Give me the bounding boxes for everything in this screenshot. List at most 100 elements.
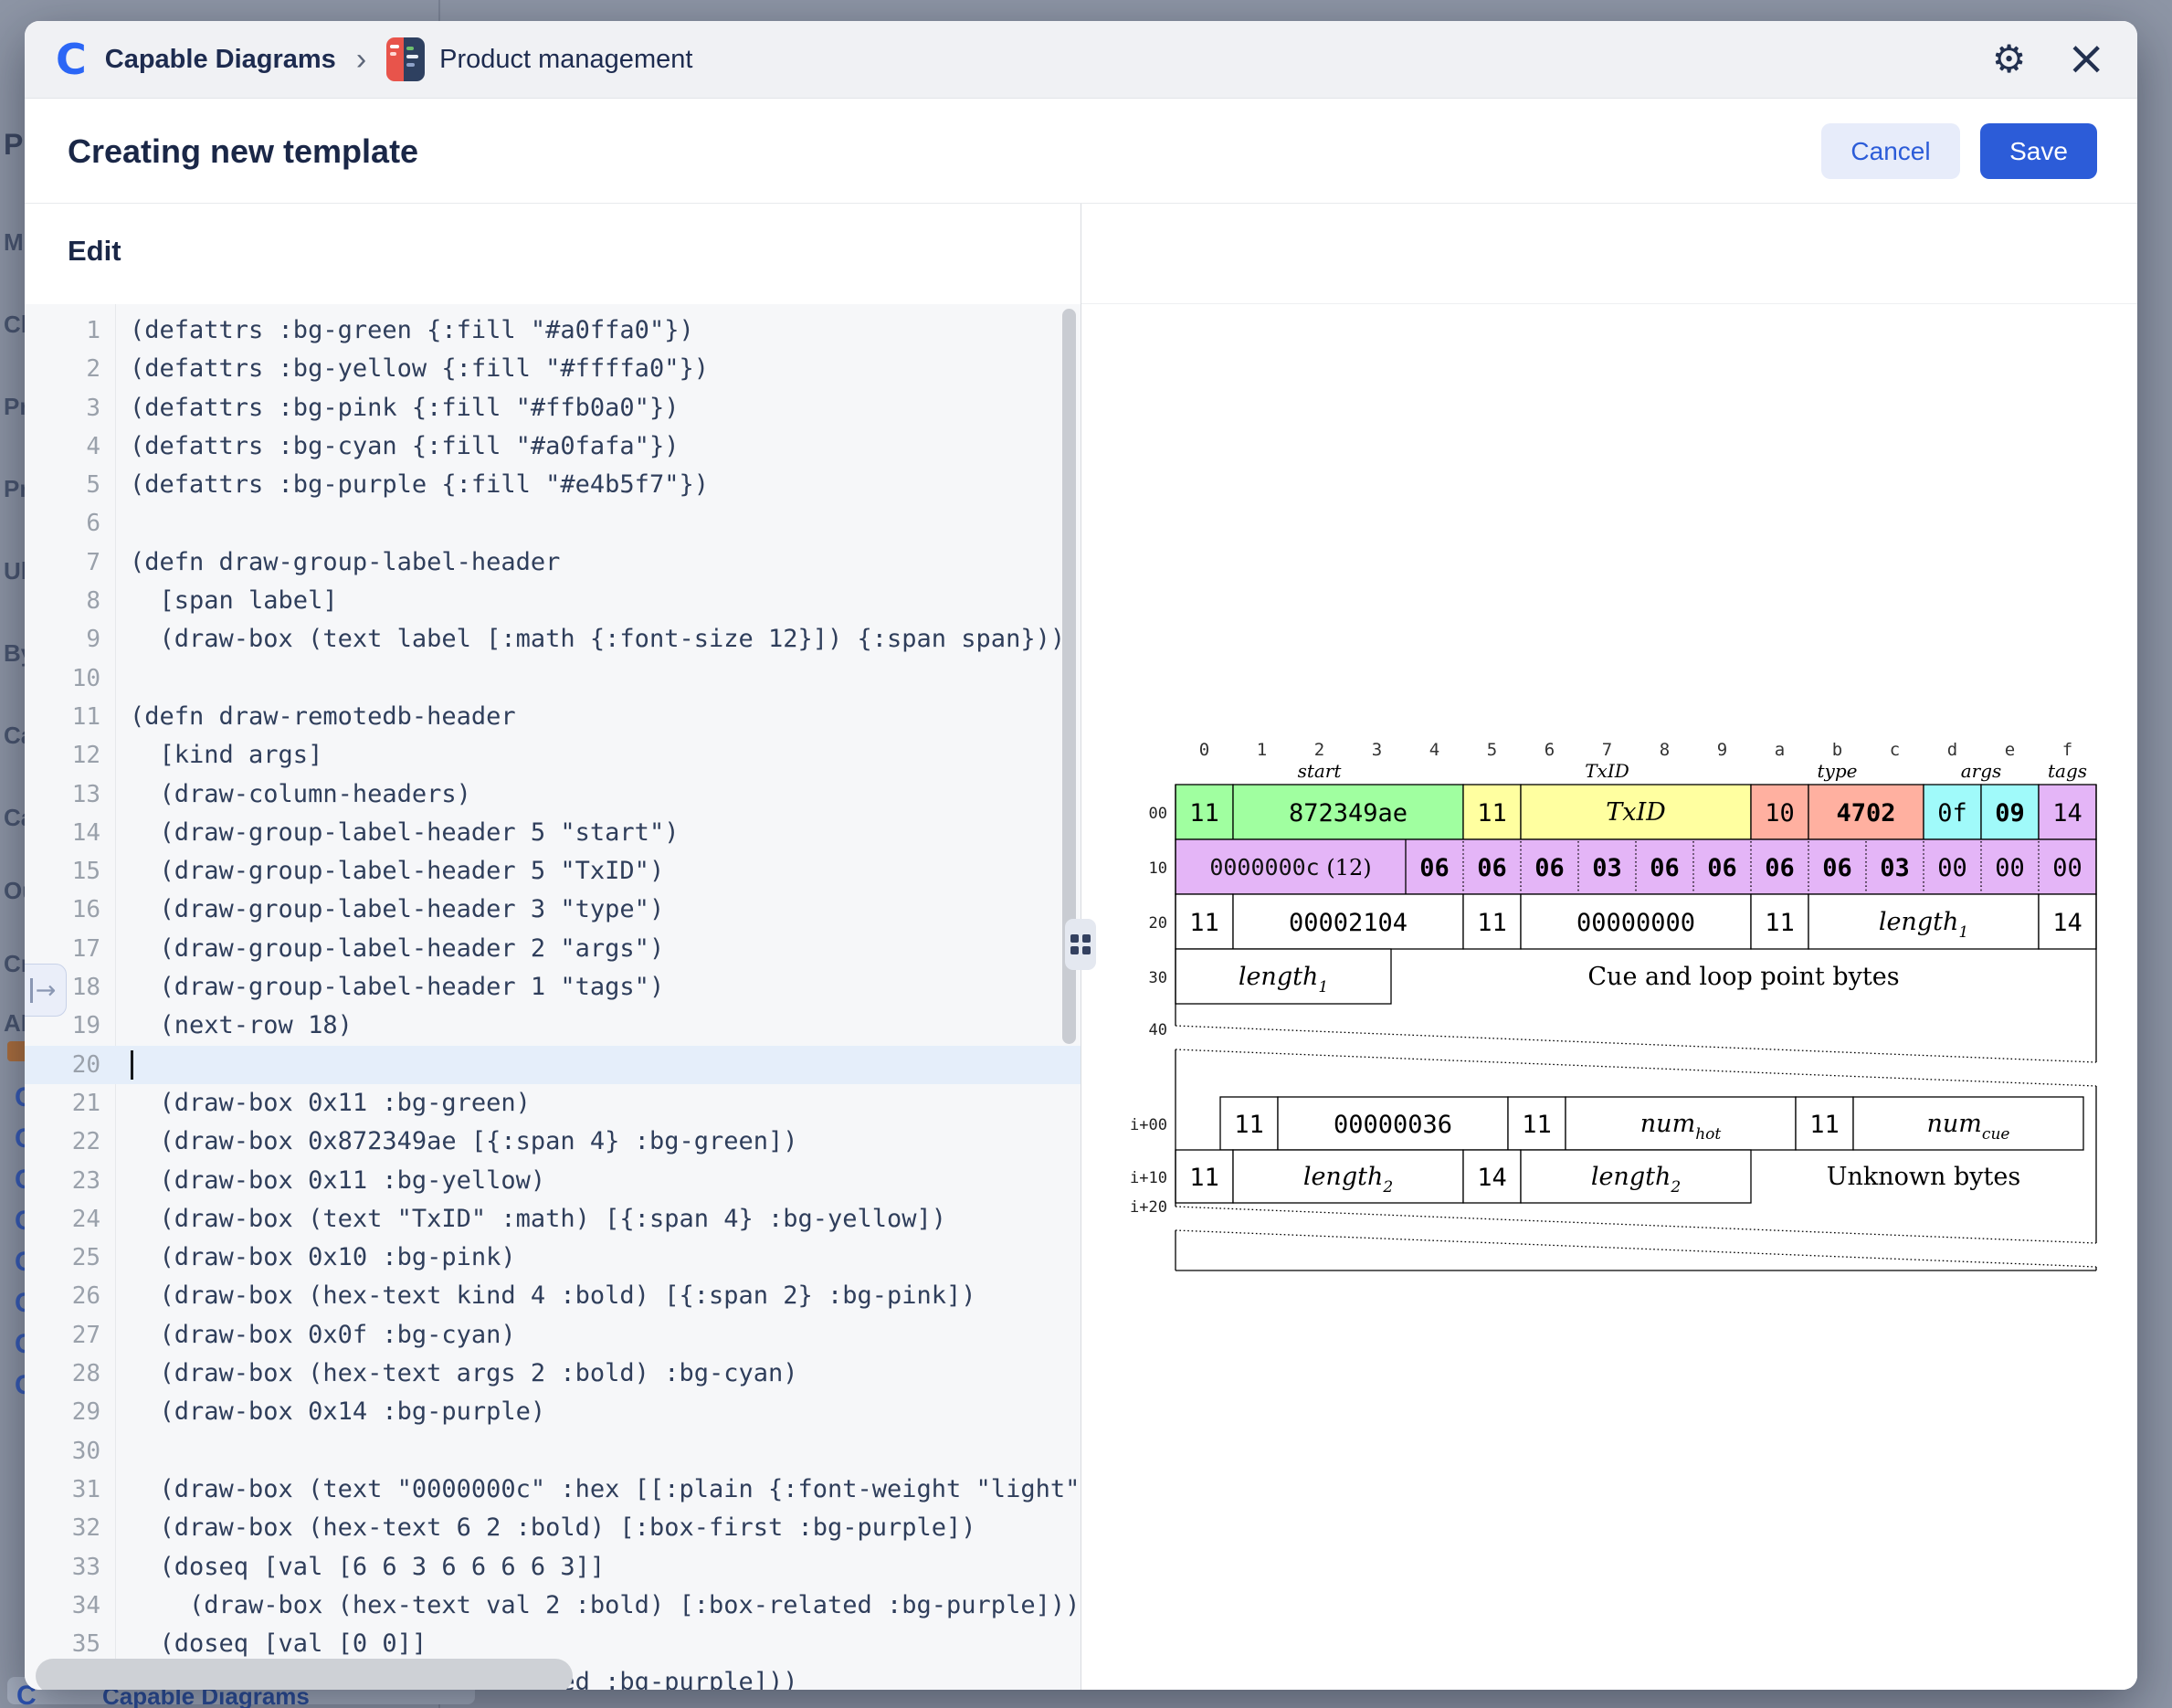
svg-text:00: 00 [1149, 805, 1167, 823]
svg-text:06: 06 [1534, 854, 1565, 882]
svg-text:0000000c (12): 0000000c (12) [1209, 854, 1371, 880]
close-icon[interactable]: × [2066, 40, 2106, 79]
svg-text:11: 11 [1189, 909, 1219, 937]
code-text: (draw-group-label-header 2 "args") [115, 930, 664, 968]
code-text: [span label] [115, 582, 338, 620]
code-text: (draw-box 0x10 :bg-pink) [115, 1239, 516, 1277]
svg-text:06: 06 [1419, 854, 1450, 882]
code-text: (next-row 18) [115, 1007, 353, 1045]
svg-text:00002104: 00002104 [1289, 909, 1408, 937]
code-line: 8 [span label] [25, 582, 1081, 620]
code-text: (draw-box (hex-text kind 4 :bold) [{:spa… [115, 1277, 976, 1315]
line-number: 16 [25, 891, 115, 929]
line-number: 20 [25, 1046, 115, 1084]
svg-text:i+20: i+20 [1130, 1198, 1167, 1217]
line-number: 12 [25, 736, 115, 775]
svg-text:3: 3 [1372, 741, 1382, 760]
code-line: 9 (draw-box (text label [:math {:font-si… [25, 620, 1081, 659]
svg-text:d: d [1947, 741, 1957, 760]
preview-pane: 0123456789abcdefstartTxIDtypeargstags118… [1081, 304, 2137, 1690]
save-button[interactable]: Save [1980, 123, 2097, 179]
svg-text:10: 10 [1765, 799, 1795, 828]
svg-text:00: 00 [2052, 854, 2082, 882]
code-line: 23 (draw-box 0x11 :bg-yellow) [25, 1162, 1081, 1200]
background-sidebar-fragment: M [4, 228, 24, 257]
svg-text:30: 30 [1149, 969, 1167, 987]
line-number: 24 [25, 1200, 115, 1239]
line-number: 17 [25, 930, 115, 968]
code-text: (draw-box (hex-text val 2 :bold) [:box-r… [115, 1587, 1080, 1625]
code-text: (draw-group-label-header 3 "type") [115, 891, 664, 929]
breadcrumb-page[interactable]: Product management [439, 45, 692, 75]
code-text: (draw-box (hex-text 6 2 :bold) [:box-fir… [115, 1509, 976, 1547]
code-line: 4(defattrs :bg-cyan {:fill "#a0fafa"}) [25, 427, 1081, 466]
code-line: 25 (draw-box 0x10 :bg-pink) [25, 1239, 1081, 1277]
svg-text:Cue and loop point bytes: Cue and loop point bytes [1587, 963, 1899, 991]
code-line: 3(defattrs :bg-pink {:fill "#ffb0a0"}) [25, 389, 1081, 427]
code-text: (draw-box 0x872349ae [{:span 4} :bg-gree… [115, 1123, 798, 1161]
code-text: (defattrs :bg-purple {:fill "#e4b5f7"}) [115, 466, 709, 504]
code-line: 28 (draw-box (hex-text args 2 :bold) :bg… [25, 1355, 1081, 1393]
code-text: (defattrs :bg-pink {:fill "#ffb0a0"}) [115, 389, 679, 427]
svg-text:Unknown bytes: Unknown bytes [1827, 1163, 2020, 1191]
svg-text:11: 11 [1765, 909, 1795, 937]
svg-text:06: 06 [1477, 854, 1507, 882]
page-title: Creating new template [68, 132, 418, 171]
code-line: 12 [kind args] [25, 736, 1081, 775]
code-line: 33 (doseq [val [6 6 3 6 6 6 6 3]] [25, 1548, 1081, 1587]
code-line: 22 (draw-box 0x872349ae [{:span 4} :bg-g… [25, 1123, 1081, 1161]
svg-text:14: 14 [2052, 799, 2082, 828]
code-line: 32 (draw-box (hex-text 6 2 :bold) [:box-… [25, 1509, 1081, 1547]
code-line: 17 (draw-group-label-header 2 "args") [25, 930, 1081, 968]
svg-text:11: 11 [1522, 1111, 1552, 1139]
code-line: 11(defn draw-remotedb-header [25, 698, 1081, 736]
svg-text:e: e [2005, 741, 2015, 760]
code-text: (draw-group-label-header 5 "start") [115, 814, 679, 852]
code-text: (draw-box (text "0000000c" :hex [[:plain… [115, 1471, 1081, 1509]
line-number: 27 [25, 1316, 115, 1355]
new-template-modal: C Capable Diagrams › Product management … [25, 21, 2137, 1690]
line-number: 21 [25, 1084, 115, 1123]
svg-text:40: 40 [1149, 1021, 1167, 1039]
app-logo-icon: C [56, 38, 87, 80]
cancel-button[interactable]: Cancel [1821, 123, 1960, 179]
svg-text:TxID: TxID [1585, 760, 1629, 782]
svg-text:03: 03 [1880, 854, 1910, 882]
code-line: 18 (draw-group-label-header 1 "tags") [25, 968, 1081, 1007]
svg-text:06: 06 [1650, 854, 1680, 882]
code-editor[interactable]: 1(defattrs :bg-green {:fill "#a0ffa0"})2… [25, 304, 1081, 1690]
code-line: 26 (draw-box (hex-text kind 4 :bold) [{:… [25, 1277, 1081, 1315]
svg-text:2: 2 [1314, 741, 1324, 760]
line-number: 29 [25, 1393, 115, 1431]
svg-text:TxID: TxID [1606, 798, 1666, 827]
line-number: 15 [25, 852, 115, 891]
line-number: 14 [25, 814, 115, 852]
svg-text:872349ae: 872349ae [1289, 799, 1408, 828]
svg-text:06: 06 [1765, 854, 1795, 882]
chevron-right-icon: › [356, 44, 366, 75]
settings-gear-icon[interactable]: ⚙ [1992, 40, 2027, 79]
code-line: 34 (draw-box (hex-text val 2 :bold) [:bo… [25, 1587, 1081, 1625]
svg-text:0f: 0f [1937, 799, 1967, 828]
line-number: 26 [25, 1277, 115, 1315]
line-number: 7 [25, 543, 115, 582]
code-text: (draw-box (text "TxID" :math) [{:span 4}… [115, 1200, 946, 1239]
code-line: 2(defattrs :bg-yellow {:fill "#ffffa0"}) [25, 350, 1081, 388]
svg-text:start: start [1298, 760, 1343, 782]
svg-text:14: 14 [2052, 909, 2082, 937]
line-number: 23 [25, 1162, 115, 1200]
line-number: 30 [25, 1432, 115, 1471]
svg-text:06: 06 [1822, 854, 1852, 882]
breadcrumb-app[interactable]: Capable Diagrams [105, 45, 336, 75]
editor-horizontal-scrollbar[interactable] [36, 1659, 573, 1690]
splitter-drag-handle[interactable] [1065, 919, 1096, 970]
text-caret [131, 1050, 133, 1080]
code-line: 30 [25, 1432, 1081, 1471]
code-text: (draw-box (hex-text args 2 :bold) :bg-cy… [115, 1355, 798, 1393]
code-text: (defattrs :bg-cyan {:fill "#a0fafa"}) [115, 427, 679, 466]
line-number: 13 [25, 775, 115, 814]
svg-text:b: b [1832, 741, 1842, 760]
indent-guide-button[interactable]: → [25, 964, 67, 1017]
code-line: 16 (draw-group-label-header 3 "type") [25, 891, 1081, 929]
line-number: 33 [25, 1548, 115, 1587]
